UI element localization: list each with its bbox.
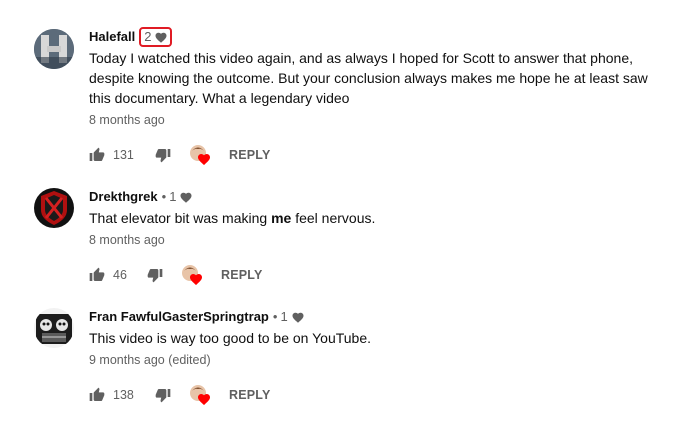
heart-icon xyxy=(292,312,304,323)
comment-text: This video is way too good to be on YouT… xyxy=(89,330,372,346)
avatar[interactable] xyxy=(34,188,74,228)
author-name[interactable]: Drekthgrek xyxy=(89,189,158,205)
heart-icon xyxy=(180,192,192,203)
comment-actions: 131 REPLY xyxy=(89,143,271,167)
comment-timestamp[interactable]: 8 months ago xyxy=(89,232,662,248)
avatar[interactable] xyxy=(34,29,74,69)
comment-header: Fran FawfulGasterSpringtrap • 1 xyxy=(89,309,662,325)
comment-header: Drekthgrek • 1 xyxy=(89,189,662,205)
thumb-down-icon[interactable] xyxy=(147,267,163,283)
thumb-up-icon[interactable] xyxy=(89,387,105,403)
separator-dot: • xyxy=(272,309,278,324)
heart-icon xyxy=(155,32,167,43)
heart-count: 1 xyxy=(280,309,288,324)
author-name[interactable]: Halefall xyxy=(89,29,135,45)
creator-heart-icon xyxy=(181,264,203,286)
like-count: 46 xyxy=(113,268,127,282)
creator-heart-icon xyxy=(189,384,211,406)
reply-button[interactable]: REPLY xyxy=(221,268,263,282)
comment-actions: 46 REPLY xyxy=(89,263,263,287)
reply-button[interactable]: REPLY xyxy=(229,148,271,162)
author-name[interactable]: Fran FawfulGasterSpringtrap xyxy=(89,309,269,325)
like-count: 131 xyxy=(113,148,134,162)
heart-count-highlight: 2 xyxy=(139,27,173,47)
heart-count: 1 xyxy=(169,189,177,204)
comment-header: Halefall 2 xyxy=(89,27,662,47)
comment-timestamp[interactable]: 9 months ago (edited) xyxy=(89,352,662,368)
comment-text: Today I watched this video again, and as… xyxy=(89,50,648,106)
separator-dot: • xyxy=(161,189,167,204)
comment-timestamp[interactable]: 8 months ago xyxy=(89,112,662,128)
thumb-up-icon[interactable] xyxy=(89,267,105,283)
creator-heart-icon xyxy=(189,144,211,166)
thumb-down-icon[interactable] xyxy=(155,387,171,403)
thumb-down-icon[interactable] xyxy=(155,147,171,163)
thumb-up-icon[interactable] xyxy=(89,147,105,163)
heart-count: 2 xyxy=(144,29,152,44)
avatar[interactable] xyxy=(34,308,74,348)
comment-actions: 138 REPLY xyxy=(89,383,271,407)
comment-text: That elevator bit was making me feel ner… xyxy=(89,210,376,226)
reply-button[interactable]: REPLY xyxy=(229,388,271,402)
like-count: 138 xyxy=(113,388,134,402)
